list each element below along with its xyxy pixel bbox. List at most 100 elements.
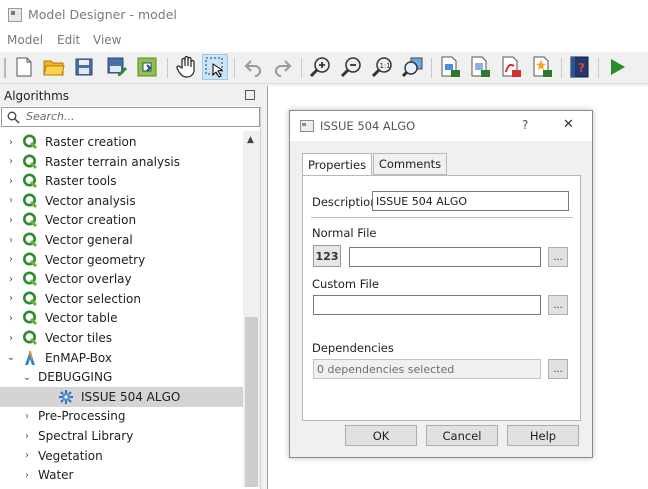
zoom-in-icon[interactable] — [307, 54, 333, 80]
chevron-right-icon[interactable]: › — [20, 411, 34, 422]
tree-item-label: Vector tiles — [45, 331, 113, 345]
redo-icon[interactable] — [270, 54, 296, 80]
chevron-right-icon[interactable]: › — [4, 176, 18, 187]
tree-item[interactable]: › Vegetation — [0, 446, 243, 466]
export-image-icon[interactable] — [437, 54, 463, 80]
tree-item-label: Spectral Library — [38, 429, 134, 443]
algorithms-title: Algorithms — [4, 89, 70, 103]
chevron-right-icon[interactable]: › — [4, 156, 18, 167]
export-to-python-icon[interactable] — [134, 54, 160, 80]
algorithm-tree: › Raster creation › Raster terrain analysis… — [0, 134, 243, 489]
scrollbar-thumb[interactable] — [245, 317, 258, 487]
tree-item[interactable]: › Spectral Library — [0, 426, 243, 446]
tree-item-label: Vector table — [45, 311, 118, 326]
chevron-right-icon[interactable]: › — [20, 470, 34, 481]
tree-item[interactable]: › Raster creation — [0, 134, 243, 152]
window-title: Model Designer - model — [28, 7, 177, 22]
chevron-right-icon[interactable]: › — [4, 333, 18, 344]
chevron-down-icon[interactable]: ⌄ — [20, 372, 34, 383]
zoom-out-icon[interactable] — [338, 54, 364, 80]
tree-item[interactable]: ⌄ DEBUGGING — [0, 367, 243, 387]
open-model-icon[interactable] — [41, 54, 67, 80]
chevron-right-icon[interactable]: › — [4, 235, 18, 246]
normal-file-input[interactable] — [349, 247, 541, 267]
toolbar-separator — [234, 58, 235, 78]
zoom-actual-icon[interactable]: 1:1 — [369, 54, 395, 80]
toolbar: 1:1 ? — [0, 52, 648, 84]
custom-file-input[interactable] — [313, 295, 541, 315]
tree-scrollbar[interactable]: ▲ — [243, 131, 260, 487]
menu-view[interactable]: View — [93, 33, 121, 47]
dependencies-browse-button[interactable]: ... — [548, 359, 568, 379]
cancel-button[interactable]: Cancel — [426, 425, 498, 446]
float-panel-icon[interactable] — [245, 90, 255, 100]
export-svg-icon[interactable] — [498, 54, 524, 80]
tree-item[interactable]: › Water — [0, 465, 243, 485]
help-icon[interactable]: ? — [567, 54, 593, 80]
tree-item[interactable]: › Raster terrain analysis — [0, 152, 243, 172]
tree-item[interactable]: › Pre-Processing — [0, 406, 243, 426]
numeric-value-icon[interactable]: 123 — [313, 245, 341, 267]
run-model-icon[interactable] — [604, 54, 630, 80]
qgis-icon — [22, 154, 45, 170]
normal-file-browse-button[interactable]: ... — [548, 247, 568, 267]
tree-item[interactable]: ›GDAL — [0, 485, 243, 489]
menu-bar: Model Edit View — [0, 30, 648, 52]
algorithm-search-input[interactable]: Search... — [1, 107, 260, 127]
tab-properties[interactable]: Properties — [302, 153, 372, 176]
tree-item-label: Raster tools — [45, 174, 117, 189]
tree-item[interactable]: ⌄ EnMAP-Box — [0, 348, 243, 368]
tree-item[interactable]: › Vector general — [0, 230, 243, 250]
tree-item-label: ISSUE 504 ALGO — [81, 389, 181, 404]
select-icon[interactable] — [202, 54, 228, 80]
ok-button[interactable]: OK — [345, 425, 417, 446]
chevron-right-icon[interactable]: › — [4, 313, 18, 324]
new-model-icon[interactable] — [11, 54, 37, 80]
tree-item[interactable]: › Raster tools — [0, 171, 243, 191]
tree-item[interactable]: › Vector tiles — [0, 328, 243, 348]
chevron-right-icon[interactable]: › — [20, 450, 34, 461]
tree-item[interactable]: › Vector analysis — [0, 191, 243, 211]
close-icon[interactable]: ✕ — [563, 117, 574, 132]
menu-edit[interactable]: Edit — [57, 33, 80, 47]
chevron-right-icon[interactable]: › — [4, 215, 18, 226]
toolbar-separator — [431, 58, 432, 78]
save-model-icon[interactable] — [71, 54, 97, 80]
menu-model[interactable]: Model — [7, 33, 43, 47]
chevron-right-icon[interactable]: › — [4, 293, 18, 304]
tree-item[interactable]: › Vector overlay — [0, 269, 243, 289]
pan-icon[interactable] — [173, 54, 199, 80]
chevron-right-icon[interactable]: › — [4, 195, 18, 206]
chevron-down-icon[interactable]: ⌄ — [4, 352, 18, 363]
tree-item[interactable]: › Vector selection — [0, 289, 243, 309]
search-icon — [7, 111, 20, 124]
tree-item-label: Vector creation — [45, 213, 137, 228]
qgis-icon — [22, 173, 45, 189]
chevron-right-icon[interactable]: › — [4, 254, 18, 265]
tree-item[interactable]: › Vector creation — [0, 210, 243, 230]
custom-file-browse-button[interactable]: ... — [548, 295, 568, 315]
tree-item[interactable]: ISSUE 504 ALGO — [0, 386, 243, 407]
toolbar-separator — [598, 58, 599, 78]
chevron-right-icon[interactable]: › — [20, 431, 34, 442]
help-button[interactable]: Help — [507, 425, 579, 446]
tree-item[interactable]: › Vector table — [0, 308, 243, 328]
divider — [311, 217, 573, 218]
dependencies-field[interactable]: 0 dependencies selected — [313, 359, 541, 379]
tree-item[interactable]: › Vector geometry — [0, 250, 243, 270]
export-pdf-icon[interactable] — [467, 54, 493, 80]
save-as-icon[interactable] — [104, 54, 130, 80]
tree-item-label: Vegetation — [38, 448, 103, 463]
help-title-button[interactable]: ? — [522, 118, 528, 132]
gear-icon — [58, 389, 81, 405]
tab-comments[interactable]: Comments — [373, 153, 447, 175]
tree-item-label: EnMAP-Box — [45, 350, 112, 365]
qgis-icon — [22, 330, 45, 346]
chevron-right-icon[interactable]: › — [4, 137, 18, 148]
undo-icon[interactable] — [240, 54, 266, 80]
chevron-right-icon[interactable]: › — [4, 274, 18, 285]
description-field[interactable]: ISSUE 504 ALGO — [372, 191, 569, 211]
scroll-up-icon[interactable]: ▲ — [247, 135, 254, 145]
zoom-full-icon[interactable] — [400, 54, 426, 80]
export-script-icon[interactable] — [529, 54, 555, 80]
